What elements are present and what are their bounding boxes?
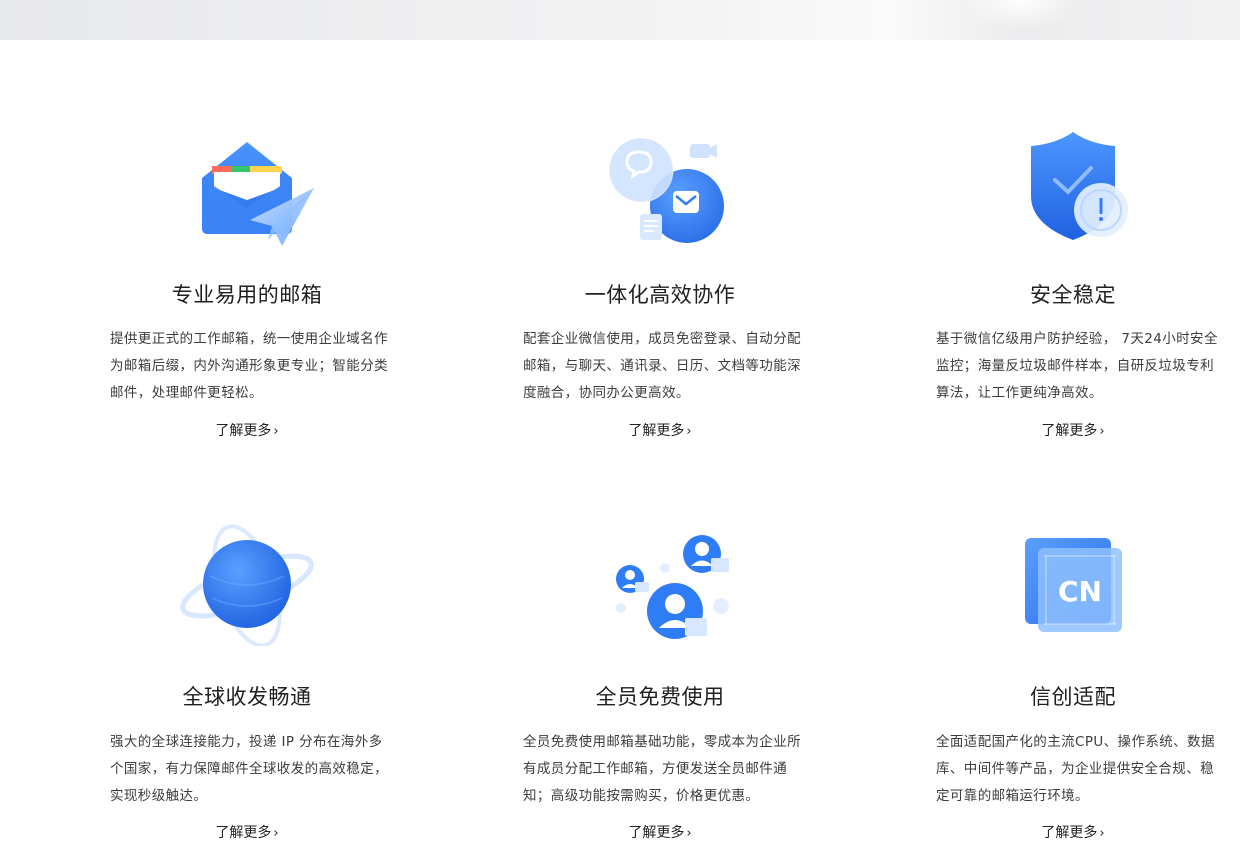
chevron-right-icon: › (1099, 826, 1105, 841)
cn-chip-icon: CN (998, 516, 1148, 646)
feature-description: 全面适配国产化的主流CPU、操作系统、数据库、中间件等产品，为企业提供安全合规、… (936, 734, 1215, 804)
feature-card-global: 全球收发畅通 强大的全球连接能力，投递 IP 分布在海外多个国家，有力保障邮件全… (97, 0, 397, 865)
learn-more-label: 了解更多 (1041, 825, 1098, 841)
users-icon (585, 516, 735, 646)
learn-more-label: 了解更多 (628, 825, 685, 841)
globe-icon (172, 516, 322, 646)
chevron-right-icon: › (686, 826, 692, 841)
learn-more-link[interactable]: 了解更多 › (510, 822, 810, 842)
learn-more-link[interactable]: 了解更多 › (97, 822, 397, 842)
features-grid: 专业易用的邮箱 提供更正式的工作邮箱，统一使用企业域名作为邮箱后缀，内外沟通形象… (0, 0, 1240, 865)
feature-card-free-for-all: 全员免费使用 全员免费使用邮箱基础功能，零成本为企业所有成员分配工作邮箱，方便发… (510, 0, 810, 865)
learn-more-label: 了解更多 (215, 825, 272, 841)
feature-description: 强大的全球连接能力，投递 IP 分布在海外多个国家，有力保障邮件全球收发的高效稳… (110, 734, 388, 804)
chip-label: CN (1058, 575, 1102, 608)
feature-card-xinchuang: CN 信创适配 全面适配国产化的主流CPU、操作系统、数据库、中间件等产品，为企… (923, 0, 1223, 865)
feature-description: 全员免费使用邮箱基础功能，零成本为企业所有成员分配工作邮箱，方便发送全员邮件通知… (523, 734, 801, 804)
learn-more-link[interactable]: 了解更多 › (923, 822, 1223, 842)
feature-title: 信创适配 (1030, 685, 1116, 709)
feature-title: 全球收发畅通 (182, 685, 312, 709)
feature-title: 全员免费使用 (595, 685, 725, 709)
chevron-right-icon: › (273, 826, 279, 841)
